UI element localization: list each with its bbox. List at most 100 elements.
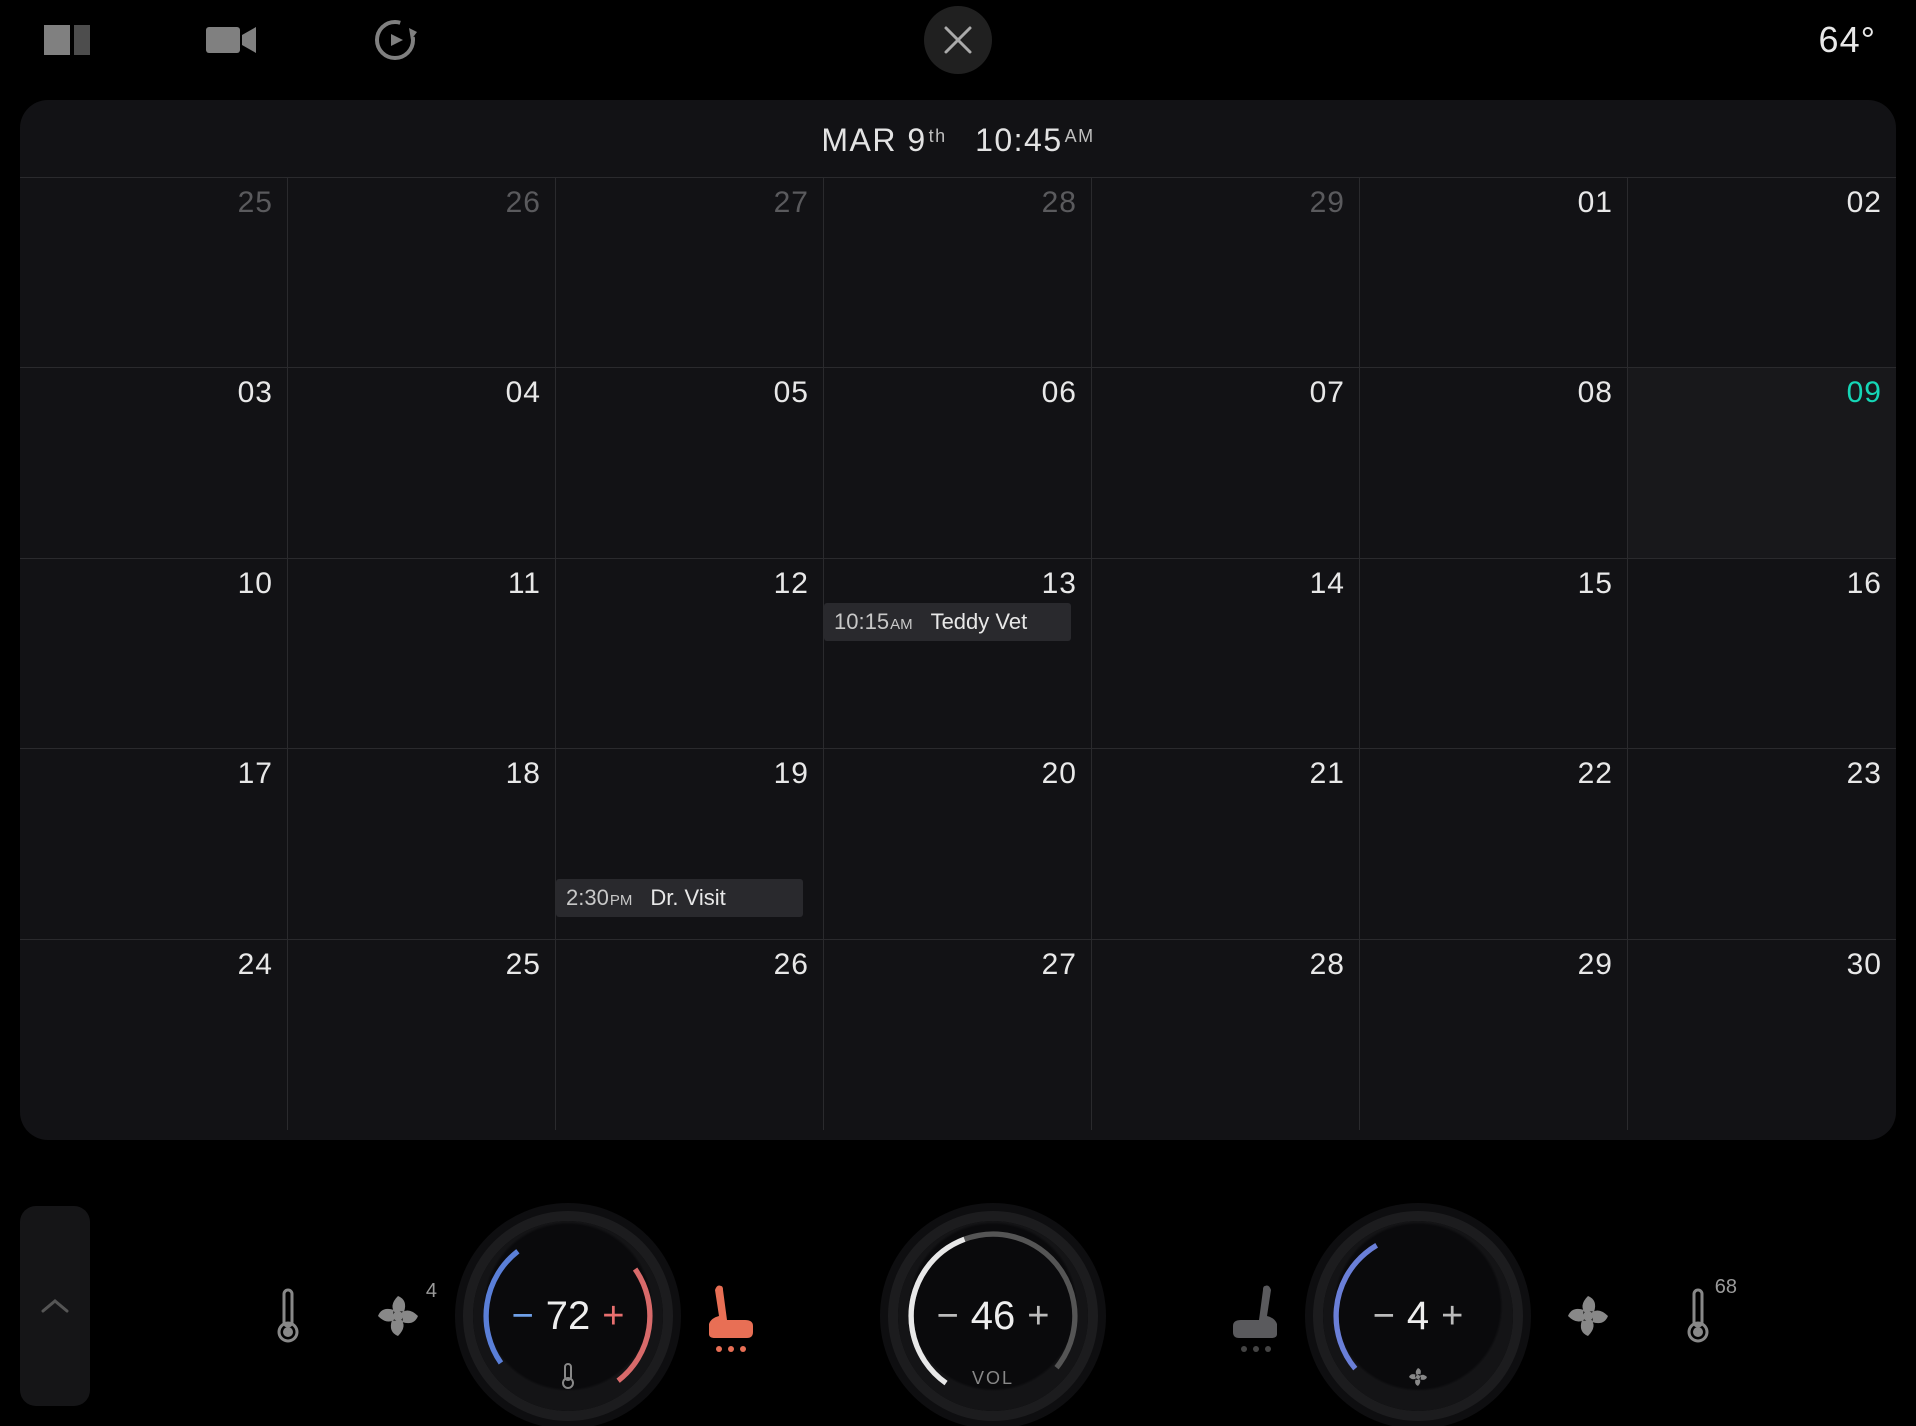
calendar-day-cell[interactable]: 07 xyxy=(1092,368,1360,558)
day-number: 21 xyxy=(1310,757,1345,791)
driver-temp-plus[interactable]: + xyxy=(602,1295,624,1338)
volume-controls: − 46 + xyxy=(937,1294,1050,1339)
day-number: 17 xyxy=(238,757,273,791)
calendar-day-cell[interactable]: 10 xyxy=(20,559,288,749)
calendar-day-cell[interactable]: 26 xyxy=(288,178,556,368)
calendar-month: MAR xyxy=(821,122,897,158)
calendar-day-cell[interactable]: 04 xyxy=(288,368,556,558)
chevron-up-icon xyxy=(41,1297,69,1315)
calendar-ampm: AM xyxy=(1065,126,1095,146)
left-fan-badge: 4 xyxy=(426,1280,437,1303)
thermometer-icon xyxy=(277,1288,299,1344)
volume-dial[interactable]: − 46 + VOL xyxy=(898,1221,1088,1411)
left-fan-icon[interactable]: 4 xyxy=(363,1292,433,1340)
refresh-icon[interactable] xyxy=(368,13,422,67)
calendar-day-cell[interactable]: 17 xyxy=(20,749,288,939)
calendar-day: 9 xyxy=(907,122,926,158)
close-button[interactable] xyxy=(924,6,992,74)
calendar-day-cell[interactable]: 03 xyxy=(20,368,288,558)
day-number: 10 xyxy=(238,567,273,601)
day-number: 04 xyxy=(506,376,541,410)
right-fan-icon[interactable] xyxy=(1553,1292,1623,1340)
day-number: 24 xyxy=(238,948,273,982)
calendar-ordinal: th xyxy=(929,126,947,146)
day-number: 09 xyxy=(1847,376,1882,410)
expand-dock-button[interactable] xyxy=(20,1206,90,1406)
top-bar: 64° xyxy=(0,0,1916,80)
calendar-day-cell[interactable]: 12 xyxy=(556,559,824,749)
calendar-day-cell[interactable]: 27 xyxy=(556,178,824,368)
calendar-day-cell[interactable]: 24 xyxy=(20,940,288,1130)
calendar-day-cell[interactable]: 28 xyxy=(1092,940,1360,1130)
calendar-day-cell[interactable]: 05 xyxy=(556,368,824,558)
day-number: 18 xyxy=(506,757,541,791)
passenger-fan-minus[interactable]: − xyxy=(1373,1295,1395,1338)
event-time: 2:30PM xyxy=(566,885,632,911)
passenger-seat-heater[interactable] xyxy=(1228,1280,1283,1352)
driver-temp-dial[interactable]: − 72 + xyxy=(473,1221,663,1411)
calendar-day-cell[interactable]: 29 xyxy=(1360,940,1628,1130)
volume-value: 46 xyxy=(971,1294,1016,1339)
volume-minus[interactable]: − xyxy=(937,1295,959,1338)
calendar-day-cell[interactable]: 21 xyxy=(1092,749,1360,939)
calendar-day-cell[interactable]: 18 xyxy=(288,749,556,939)
calendar-day-cell[interactable]: 01 xyxy=(1360,178,1628,368)
day-number: 02 xyxy=(1847,186,1882,220)
dashcam-icon[interactable] xyxy=(204,13,258,67)
passenger-fan-controls: − 4 + xyxy=(1373,1294,1464,1339)
calendar-day-cell[interactable]: 28 xyxy=(824,178,1092,368)
fan-icon xyxy=(1406,1365,1430,1389)
right-temp-icon[interactable]: 68 xyxy=(1663,1288,1733,1344)
calendar-day-cell[interactable]: 14 xyxy=(1092,559,1360,749)
day-number: 05 xyxy=(774,376,809,410)
day-number: 25 xyxy=(238,186,273,220)
calendar-day-cell[interactable]: 02 xyxy=(1628,178,1896,368)
passenger-fan-dial[interactable]: − 4 + xyxy=(1323,1221,1513,1411)
calendar-day-cell[interactable]: 30 xyxy=(1628,940,1896,1130)
driver-temp-controls: − 72 + xyxy=(512,1294,625,1339)
layout-icon[interactable] xyxy=(40,13,94,67)
calendar-day-cell[interactable]: 11 xyxy=(288,559,556,749)
volume-plus[interactable]: + xyxy=(1027,1295,1049,1338)
day-number: 22 xyxy=(1578,757,1613,791)
driver-seat-heater[interactable] xyxy=(703,1280,758,1352)
calendar-event[interactable]: 2:30PM Dr. Visit xyxy=(556,879,803,917)
day-number: 06 xyxy=(1042,376,1077,410)
calendar-day-cell[interactable]: 08 xyxy=(1360,368,1628,558)
event-title: Dr. Visit xyxy=(650,885,725,911)
day-number: 12 xyxy=(774,567,809,601)
calendar-day-cell[interactable]: 09 xyxy=(1628,368,1896,558)
calendar-day-cell[interactable]: 26 xyxy=(556,940,824,1130)
calendar-day-cell[interactable]: 1310:15AMTeddy Vet xyxy=(824,559,1092,749)
day-number: 14 xyxy=(1310,567,1345,601)
passenger-fan-plus[interactable]: + xyxy=(1441,1295,1463,1338)
fan-icon xyxy=(1564,1292,1612,1340)
left-temp-icon[interactable] xyxy=(253,1288,323,1344)
calendar-grid: 25262728290102030405060708091011121310:1… xyxy=(20,177,1896,1130)
calendar-day-cell[interactable]: 06 xyxy=(824,368,1092,558)
seat-heat-level xyxy=(1241,1346,1271,1352)
calendar-header: MAR 9th 10:45AM xyxy=(20,100,1896,177)
volume-label: VOL xyxy=(972,1368,1014,1389)
calendar-day-cell[interactable]: 27 xyxy=(824,940,1092,1130)
day-number: 30 xyxy=(1847,948,1882,982)
calendar-day-cell[interactable]: 25 xyxy=(288,940,556,1130)
calendar-day-cell[interactable]: 192:30PMDr. Visit xyxy=(556,749,824,939)
calendar-day-cell[interactable]: 22 xyxy=(1360,749,1628,939)
calendar-day-cell[interactable]: 16 xyxy=(1628,559,1896,749)
day-number: 03 xyxy=(238,376,273,410)
calendar-panel: MAR 9th 10:45AM 252627282901020304050607… xyxy=(20,100,1896,1140)
calendar-event[interactable]: 10:15AMTeddy Vet xyxy=(824,603,1071,641)
day-number: 23 xyxy=(1847,757,1882,791)
calendar-day-cell[interactable]: 25 xyxy=(20,178,288,368)
outside-temperature[interactable]: 64° xyxy=(1819,19,1876,61)
driver-temp-minus[interactable]: − xyxy=(512,1295,534,1338)
calendar-day-cell[interactable]: 15 xyxy=(1360,559,1628,749)
calendar-day-cell[interactable]: 29 xyxy=(1092,178,1360,368)
day-number: 27 xyxy=(774,186,809,220)
day-number: 07 xyxy=(1310,376,1345,410)
bottom-dock: 4 − 72 + − 46 + VOL xyxy=(0,1206,1916,1426)
calendar-day-cell[interactable]: 23 xyxy=(1628,749,1896,939)
event-time: 10:15AM xyxy=(834,609,913,635)
calendar-day-cell[interactable]: 20 xyxy=(824,749,1092,939)
